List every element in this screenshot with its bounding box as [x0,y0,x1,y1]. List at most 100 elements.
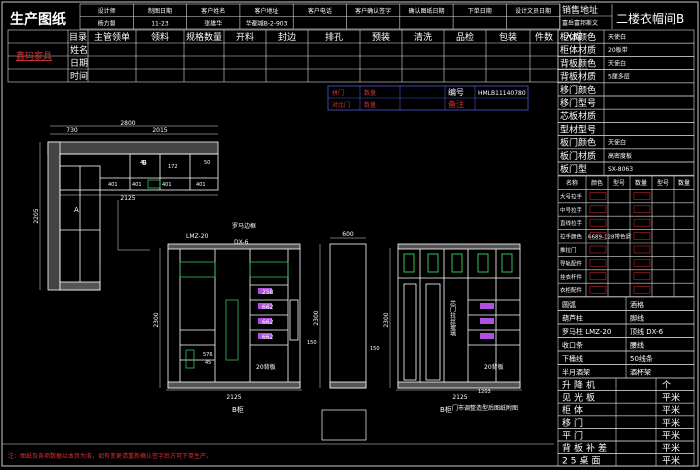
plan-view [39,125,219,291]
plan-small-dim-4: 401 [162,182,172,188]
elev-b-backboard: 20背板 [256,363,276,371]
sales-addr-label: 销售地址 [562,4,598,16]
stage-row-label-1: 日期 [70,58,88,69]
drawing-sheet: 生产图纸 设计师杨方督 制图日期 11-23 客户姓名张雄华 客户地址华都城B-2-90… [1,1,699,467]
spec-label-10: 板门型 [560,163,587,175]
hw-row-name-5: 导轨配件 [560,259,583,267]
sales-addr-value: 富岳富邦斯文 [562,19,598,27]
code-label: 编号 [448,87,464,97]
code-mid-2: 数量 [364,101,376,109]
hw-header-0: 名称 [566,179,578,187]
accessory-name-0: 升降机 [562,379,598,391]
plan-small-dim-6: 401 [196,182,206,188]
code-left-1: 拼门 [332,89,344,97]
plan-small-dim-5: 50 [204,160,210,166]
plan-dim-sub-left: 730 [66,127,78,134]
hw-row-name-7: 衣柜配件 [560,286,583,294]
elev-c-dim-height: 2300 [383,312,390,327]
side-dim-h2: 150 [370,346,380,352]
stage-header-8: 清洗 [414,31,432,43]
trim-left-5: 半月酒架 [562,368,590,377]
elev-b-view-name: B柜 [232,405,244,414]
accessory-name-2: 柜体 [562,404,586,416]
hw-row-name-3: 拉手颜色 [560,233,583,241]
accessory-unit-5: 平米 [662,442,680,454]
elev-c-backboard: 20背板 [484,363,504,371]
accessory-unit-2: 平米 [662,404,680,416]
accessory-name-4: 平门 [562,429,586,441]
spec-label-4: 移门颜色 [560,84,596,96]
plan-small-dim-3: 401 [132,182,142,188]
plan-dim-sub-right: 2015 [152,127,167,134]
code-value: HMLB11140780 [478,90,526,97]
header-cell-7: 下单日期 [468,7,492,15]
trim-left-0: 圆弧 [562,300,576,309]
header-value-2: 张雄华 [204,20,222,28]
stage-header-9: 品检 [456,31,474,43]
header-table: 设计师杨方督 制图日期 11-23 客户姓名张雄华 客户地址华都城B-2-903 客户电话… [79,3,561,30]
spec-label-5: 移门型号 [560,97,596,109]
spec-value-10: SX-8063 [608,166,633,173]
stage-header-1: 主管领单 [94,31,130,43]
hw-row-name-4: 推拉门 [560,246,577,254]
hardware-table: 名称 颜色 型号 数量 型号 数量大号拉手中号拉手直线拉手拉手颜色 6689-128带色调推… [557,175,695,297]
header-cell-2: 客户姓名 [201,7,225,15]
elev-b-col-label: LMZ-20 [186,233,209,240]
stage-header-4: 开料 [236,31,254,43]
header-cell-3: 客户地址 [255,7,279,15]
hw-row-name-0: 大号拉手 [560,192,583,200]
code-table: 拼门 对比门 数量 数量 编号 HMLB11140780 备注 [327,85,529,111]
elevation-b [159,243,302,391]
elev-b-side-dim-2: 576 [203,352,213,358]
spec-value-2: 天使白 [608,59,626,67]
plan-label-a: A [74,206,79,214]
stage-header-3: 规格数量 [186,31,222,43]
stage-header-7: 预装 [372,31,390,43]
accessory-name-1: 见光板 [562,392,598,404]
plan-dim-bottom: 2125 [120,195,135,202]
trim-right-4: 50线条 [630,354,653,363]
hw-header-2: 型号 [613,179,625,187]
trim-left-1: 葫芦柱 [562,314,583,323]
drawer-dim-3: 662 [262,319,274,326]
header-cell-0: 设计师 [98,7,116,15]
trim-left-4: 下桶线 [562,354,583,363]
elev-b-side-dim-3: 150 [307,340,317,346]
note-label: 备注 [448,99,464,109]
plan-small-dim-1: 40 [140,160,146,166]
stage-header-10: 包装 [499,31,517,43]
drawer-dim-4: 662 [262,334,274,341]
spec-label-3: 背板材质 [560,71,596,83]
spec-value-3: 5厘多层 [608,73,630,81]
elev-b-dim-height: 2300 [153,312,160,327]
elev-c-view-name: B柜 [440,405,452,414]
accessory-unit-6: 平米 [662,455,680,467]
header-cell-6: 确认图纸日期 [408,7,444,15]
spec-label-9: 板门材质 [560,150,596,162]
trim-right-3: 腰线 [630,341,644,350]
footnote: 注：图纸及各项数据以本页为准，如有变更请重新确认签字后方可下单生产。 [8,452,212,460]
hw-header-5: 数量 [678,179,690,187]
sheet-title: 生产图纸 [10,11,66,28]
elev-b-top-label: DX-6 [234,239,249,246]
code-left-2: 对比门 [332,101,350,109]
spec-label-1: 柜体材质 [560,44,596,56]
hw-row-name-1: 中号拉手 [560,206,583,214]
spec-label-6: 芯板材质 [560,110,596,122]
stage-header-11: 件数 [535,31,553,43]
accessory-name-5: 背板补差 [562,442,610,454]
spec-value-0: 天使白 [608,33,626,41]
trim-right-1: 脚线 [630,314,644,323]
plan-dim-left: 2205 [33,208,40,223]
stage-header-0: 目录 [69,32,87,43]
trim-right-0: 酒格 [630,300,644,309]
accessory-name-6: 25桌面 [562,455,603,467]
accessory-unit-1: 平米 [662,392,680,404]
code-mid-1: 数量 [364,89,376,97]
hw-header-3: 数量 [635,179,647,187]
process-stage-table: 目录 主管领单 领料 规格数量 开料 封边 排孔 预装 清洗 品检 包装 件数 入库姓名日期时间 [7,29,588,83]
elev-c-dim-sub: 1203 [478,389,491,395]
stage-header-6: 排孔 [325,31,343,43]
hw-row-name-2: 直线拉手 [560,219,583,227]
header-cell-5: 客户确认签字 [355,7,391,15]
